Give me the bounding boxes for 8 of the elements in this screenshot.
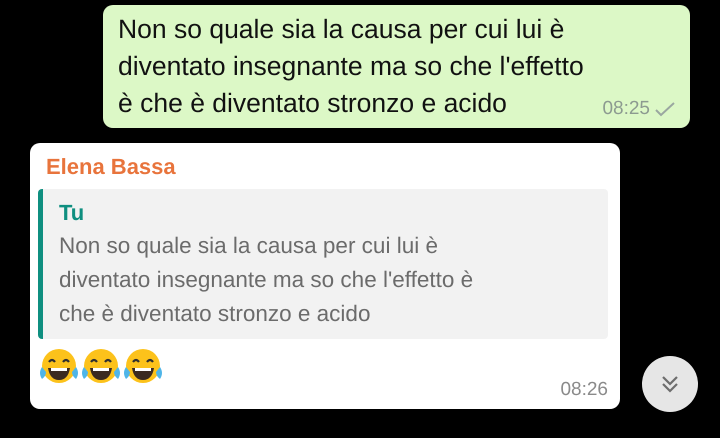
quote-text: Non so quale sia la causa per cui lui è diventato insegnante ma so che l'effetto è che è diventato stronzo e acido [59, 232, 474, 328]
quoted-message[interactable]: Tu Non so quale sia la causa per cui lui è diventato insegnante ma so che l'effetto è che è diventato stronzo e acido [38, 189, 608, 339]
message-time: 08:25 [602, 98, 650, 120]
sender-name: Elena Bassa [46, 153, 177, 181]
quote-author: Tu [59, 199, 86, 227]
double-chevron-down-icon [661, 374, 679, 394]
message-time: 08:26 [560, 379, 608, 401]
message-text: Non so quale sia la causa per cui lui è diventato insegnante ma so che l'effetto è che è diventato stronzo e acido [118, 13, 585, 120]
